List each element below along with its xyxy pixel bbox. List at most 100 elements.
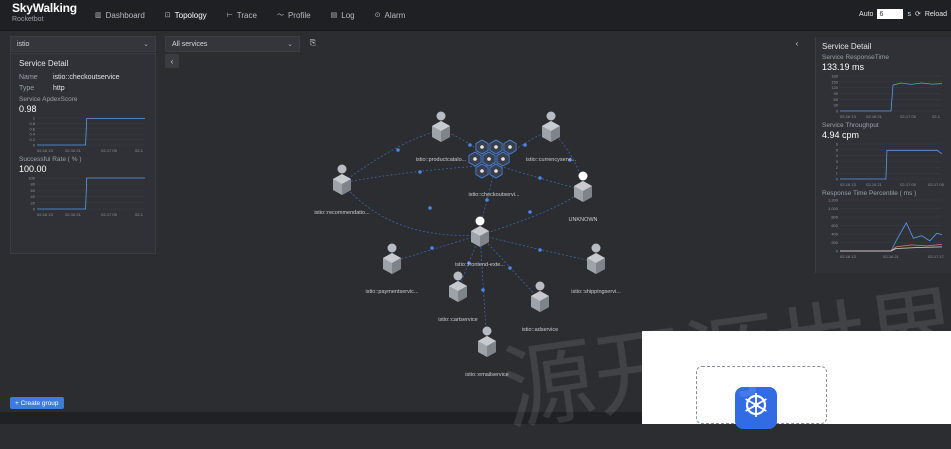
y-tick-label: 100 — [28, 176, 35, 181]
node-badge-icon — [436, 111, 446, 121]
response-time-value: 133.19 ms — [822, 62, 865, 72]
create-group-button[interactable]: + Create group — [10, 397, 64, 409]
apdex-value: 0.98 — [19, 104, 37, 114]
service-node-shipping[interactable] — [587, 243, 605, 275]
node-badge-icon — [591, 243, 601, 253]
x-tick-label: 02-17 05 — [900, 114, 917, 119]
service-detail-panel-left: Service Detail Name istio::checkoutservic… — [10, 53, 156, 254]
y-tick-label: 2 — [836, 165, 839, 170]
y-tick-label: 0.2 — [29, 137, 35, 142]
chart-series-line — [840, 244, 943, 252]
node-badge-icon — [482, 326, 492, 336]
selected-service-node-checkoutservice[interactable] — [468, 139, 517, 179]
chart-series-line — [37, 118, 145, 146]
x-tick-label: 02-1 — [135, 148, 144, 153]
x-tick-label: 02-16 13 — [37, 212, 54, 217]
y-tick-label: 60 — [834, 97, 839, 102]
x-tick-label: 02-17 05 — [900, 182, 917, 187]
x-tick-label: 02-16 21 — [883, 254, 900, 259]
x-tick-label: 02-16 21 — [65, 212, 82, 217]
node-badge-icon — [453, 271, 463, 281]
x-tick-label: 02-1 — [932, 114, 941, 119]
node-badge-icon — [387, 243, 397, 253]
y-tick-label: 30 — [834, 103, 839, 108]
chart-series-line — [840, 82, 943, 112]
y-tick-label: 200 — [831, 240, 838, 245]
y-tick-label: 1,200 — [828, 198, 839, 203]
chart-series-line — [840, 222, 943, 252]
panel-title: Service Detail — [19, 59, 69, 68]
y-tick-label: 90 — [834, 91, 839, 96]
y-tick-label: 0 — [33, 207, 36, 212]
x-tick-label: 02-17 05 — [928, 182, 945, 187]
service-node-label: UNKNOWN — [568, 217, 597, 223]
x-tick-label: 02-16 13 — [840, 182, 857, 187]
x-tick-label: 02-17 05 — [101, 212, 118, 217]
response-time-label: Service ResponseTime — [822, 54, 889, 61]
node-badge-icon — [535, 281, 545, 291]
node-badge-icon — [546, 111, 556, 121]
y-tick-label: 800 — [831, 215, 838, 220]
service-node-label: istio::productcatalo... — [416, 157, 467, 163]
service-node-payment[interactable] — [383, 243, 401, 275]
node-badge-icon — [475, 216, 485, 226]
service-node-currency[interactable] — [542, 111, 560, 143]
percentile-label: Response Time Percentile ( ms ) — [822, 190, 917, 197]
chart-series-line — [840, 149, 943, 180]
x-tick-label: 02-16 21 — [65, 148, 82, 153]
kubernetes-card[interactable] — [696, 366, 827, 429]
field-key: Name — [19, 74, 38, 81]
y-tick-label: 0.4 — [29, 132, 35, 137]
service-node-label: istio::currencyservi... — [526, 157, 577, 163]
service-node-productcatalog[interactable] — [432, 111, 450, 143]
throughput-label: Service Throughput — [822, 122, 879, 129]
x-tick-label: 02-16 13 — [840, 254, 857, 259]
throughput-chart: 654321002-16 13 02-16 21 02-17 05 02-17 05 — [836, 142, 945, 188]
detail-row-name: Name istio::checkoutservice — [19, 74, 147, 81]
y-tick-label: 1 — [33, 116, 36, 121]
x-tick-label: 02-1 — [135, 212, 144, 217]
service-node-label: istio::emailservice — [465, 372, 508, 378]
response-time-chart: 180150120906030002-16 13 02-16 21 02-17 05… — [831, 74, 943, 119]
y-tick-label: 1 — [836, 171, 839, 176]
y-tick-label: 150 — [831, 79, 838, 84]
field-value: http — [53, 85, 65, 92]
y-tick-label: 180 — [831, 74, 838, 79]
y-tick-label: 1,000 — [828, 206, 839, 211]
y-tick-label: 20 — [31, 200, 36, 205]
service-node-ad[interactable] — [531, 281, 549, 313]
detail-row-type: Type http — [19, 85, 147, 92]
throughput-value: 4.94 cpm — [822, 130, 860, 140]
y-tick-label: 60 — [31, 188, 36, 193]
y-tick-label: 5 — [836, 147, 839, 152]
y-tick-label: 0.6 — [29, 126, 35, 131]
service-node-label: istio::frontend-exte... — [455, 262, 505, 268]
service-detail-panel-right: Service Detail Service ResponseTime 133.… — [815, 37, 951, 273]
service-node-cart[interactable] — [449, 271, 467, 303]
y-tick-label: 6 — [836, 142, 839, 147]
y-tick-label: 120 — [831, 85, 838, 90]
field-key: Type — [19, 85, 35, 92]
y-tick-label: 80 — [31, 182, 36, 187]
x-tick-label: 02-16 13 — [37, 148, 54, 153]
success-rate-value: 100.00 — [19, 164, 47, 174]
node-badge-icon — [578, 171, 588, 181]
service-node-unknown[interactable] — [574, 171, 592, 203]
x-tick-label: 02-16 21 — [866, 114, 883, 119]
service-node-label: istio::adservice — [522, 327, 558, 333]
y-tick-label: 0 — [836, 109, 839, 114]
success-rate-label: Successful Rate ( % ) — [19, 156, 82, 163]
chart-series-line — [37, 177, 145, 210]
x-tick-label: 02-16 13 — [840, 114, 857, 119]
y-tick-label: 0 — [836, 249, 839, 254]
y-tick-label: 4 — [836, 153, 839, 158]
panel-title: Service Detail — [822, 42, 872, 51]
x-tick-label: 02-17 05 — [101, 148, 118, 153]
x-tick-label: 02-17 17 — [928, 254, 945, 259]
service-node-email[interactable] — [478, 326, 496, 358]
service-node-recommendation[interactable] — [333, 164, 351, 196]
percentile-chart: 1,200 1,000 800 600 400 200 002-16 13 02-16 21 0… — [828, 198, 945, 260]
service-node-label: istio::shippingservi... — [571, 289, 621, 295]
selected-service-label: istio::checkoutservi... — [468, 192, 520, 198]
service-node-frontend[interactable] — [471, 216, 489, 248]
